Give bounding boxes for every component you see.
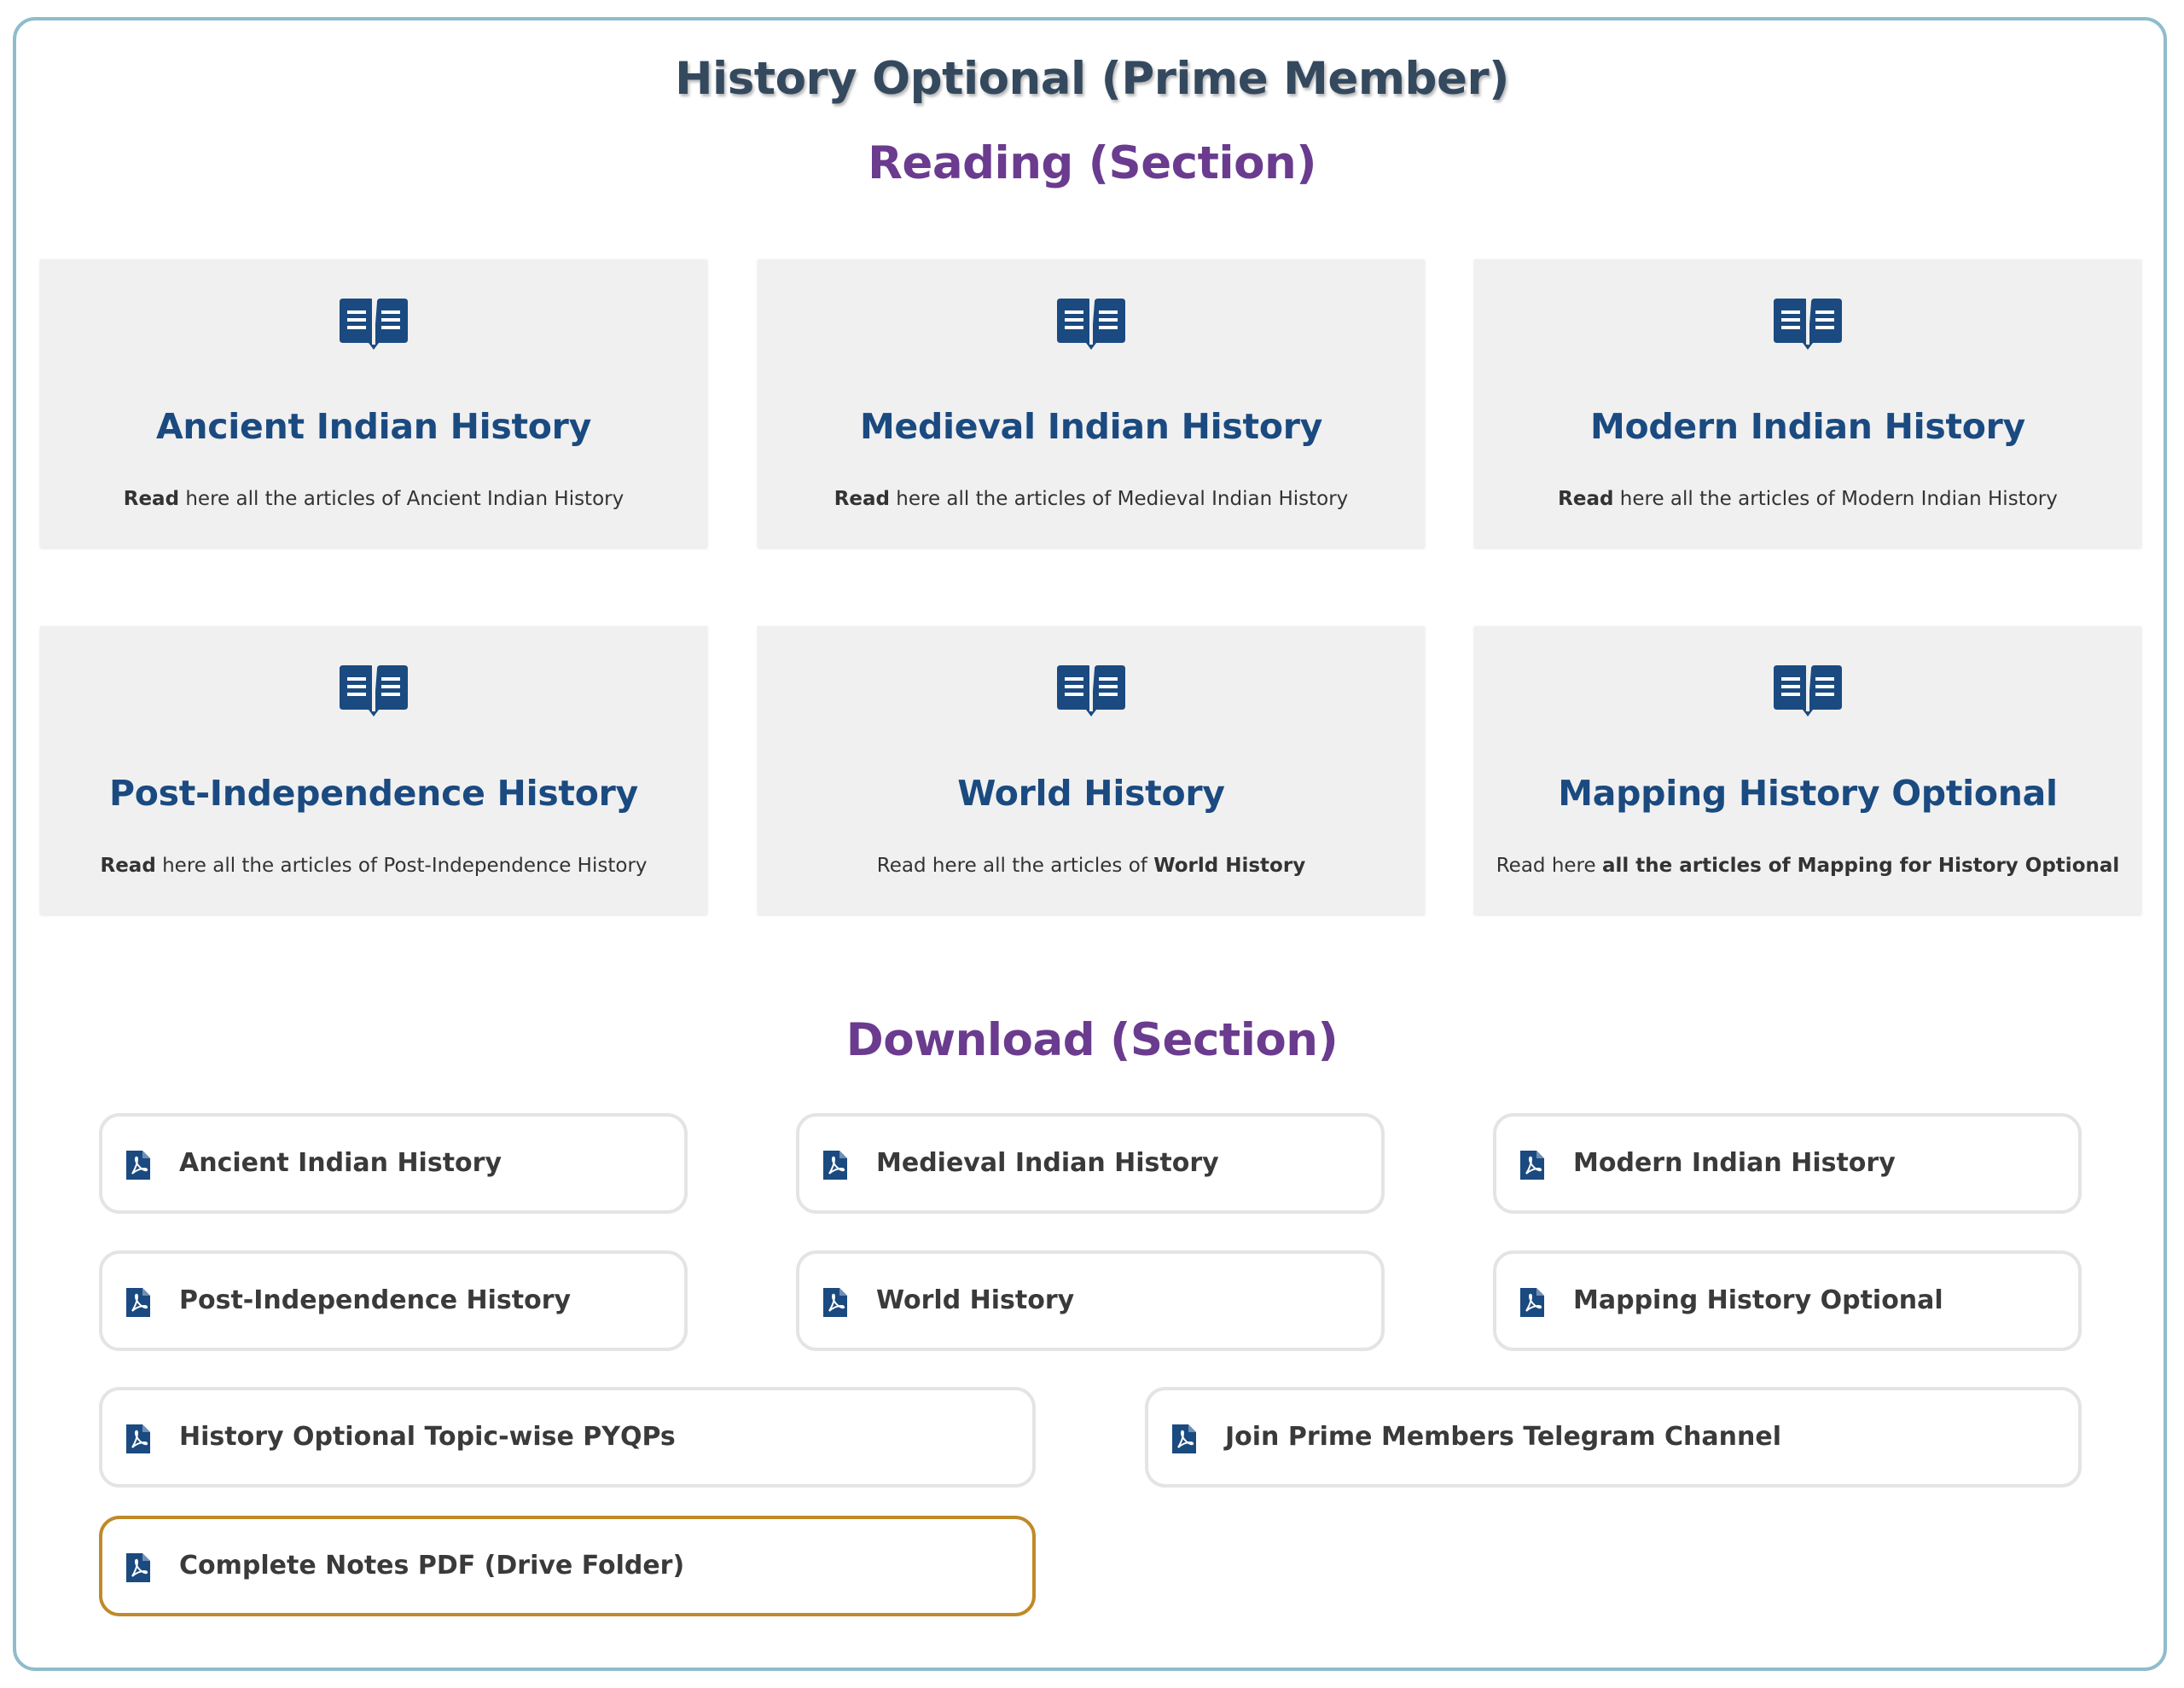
book-open-icon xyxy=(1774,299,1842,350)
download-button-world[interactable]: World History xyxy=(796,1250,1385,1351)
download-button-complete-notes[interactable]: Complete Notes PDF (Drive Folder) xyxy=(99,1516,1036,1616)
reading-card-modern[interactable]: Modern Indian History Read here all the … xyxy=(1474,259,2141,548)
pdf-file-icon xyxy=(126,1151,150,1180)
pdf-file-icon xyxy=(1520,1288,1544,1317)
download-button-telegram[interactable]: Join Prime Members Telegram Channel xyxy=(1145,1387,2082,1488)
reading-section-title: Reading (Section) xyxy=(868,137,1316,189)
card-description: Read here all the articles of Ancient In… xyxy=(123,488,624,510)
card-title: World History xyxy=(957,773,1225,814)
reading-card-medieval[interactable]: Medieval Indian History Read here all th… xyxy=(758,259,1425,548)
card-description: Read here all the articles of Modern Ind… xyxy=(1558,488,2058,510)
reading-card-world[interactable]: World History Read here all the articles… xyxy=(758,626,1425,914)
book-open-icon xyxy=(1774,665,1842,716)
pdf-file-icon xyxy=(823,1151,847,1180)
card-description: Read here all the articles of Medieval I… xyxy=(834,488,1349,510)
download-button-ancient[interactable]: Ancient Indian History xyxy=(99,1113,688,1214)
download-button-mapping[interactable]: Mapping History Optional xyxy=(1493,1250,2082,1351)
download-button-post-independence[interactable]: Post-Independence History xyxy=(99,1250,688,1351)
download-label: Join Prime Members Telegram Channel xyxy=(1225,1422,1781,1452)
card-title: Modern Indian History xyxy=(1590,406,2025,447)
card-description: Read here all the articles of Post-Indep… xyxy=(100,855,648,877)
download-label: Post-Independence History xyxy=(179,1285,572,1315)
book-open-icon xyxy=(340,299,408,350)
download-label: Complete Notes PDF (Drive Folder) xyxy=(179,1551,685,1581)
download-label: Modern Indian History xyxy=(1573,1148,1896,1178)
download-button-modern[interactable]: Modern Indian History xyxy=(1493,1113,2082,1214)
book-open-icon xyxy=(1057,665,1125,716)
pdf-file-icon xyxy=(1172,1424,1196,1453)
card-title: Post-Independence History xyxy=(109,773,638,814)
card-description: Read here all the articles of Mapping fo… xyxy=(1496,855,2120,877)
download-section-title: Download (Section) xyxy=(845,1014,1339,1066)
card-title: Medieval Indian History xyxy=(859,406,1323,447)
pdf-file-icon xyxy=(126,1288,150,1317)
download-label: World History xyxy=(876,1285,1075,1315)
book-open-icon xyxy=(340,665,408,716)
download-label: History Optional Topic-wise PYQPs xyxy=(179,1422,676,1452)
download-button-pyqps[interactable]: History Optional Topic-wise PYQPs xyxy=(99,1387,1036,1488)
card-description: Read here all the articles of World Hist… xyxy=(876,855,1306,877)
download-label: Mapping History Optional xyxy=(1573,1285,1943,1315)
page-title: History Optional (Prime Member) xyxy=(675,53,1509,105)
download-button-medieval[interactable]: Medieval Indian History xyxy=(796,1113,1385,1214)
pdf-file-icon xyxy=(126,1424,150,1453)
pdf-file-icon xyxy=(823,1288,847,1317)
download-label: Ancient Indian History xyxy=(179,1148,502,1178)
reading-card-ancient[interactable]: Ancient Indian History Read here all the… xyxy=(40,259,707,548)
pdf-file-icon xyxy=(126,1553,150,1582)
pdf-file-icon xyxy=(1520,1151,1544,1180)
reading-card-post-independence[interactable]: Post-Independence History Read here all … xyxy=(40,626,707,914)
book-open-icon xyxy=(1057,299,1125,350)
card-title: Ancient Indian History xyxy=(155,406,591,447)
card-title: Mapping History Optional xyxy=(1558,773,2058,814)
reading-card-mapping[interactable]: Mapping History Optional Read here all t… xyxy=(1474,626,2141,914)
download-label: Medieval Indian History xyxy=(876,1148,1219,1178)
